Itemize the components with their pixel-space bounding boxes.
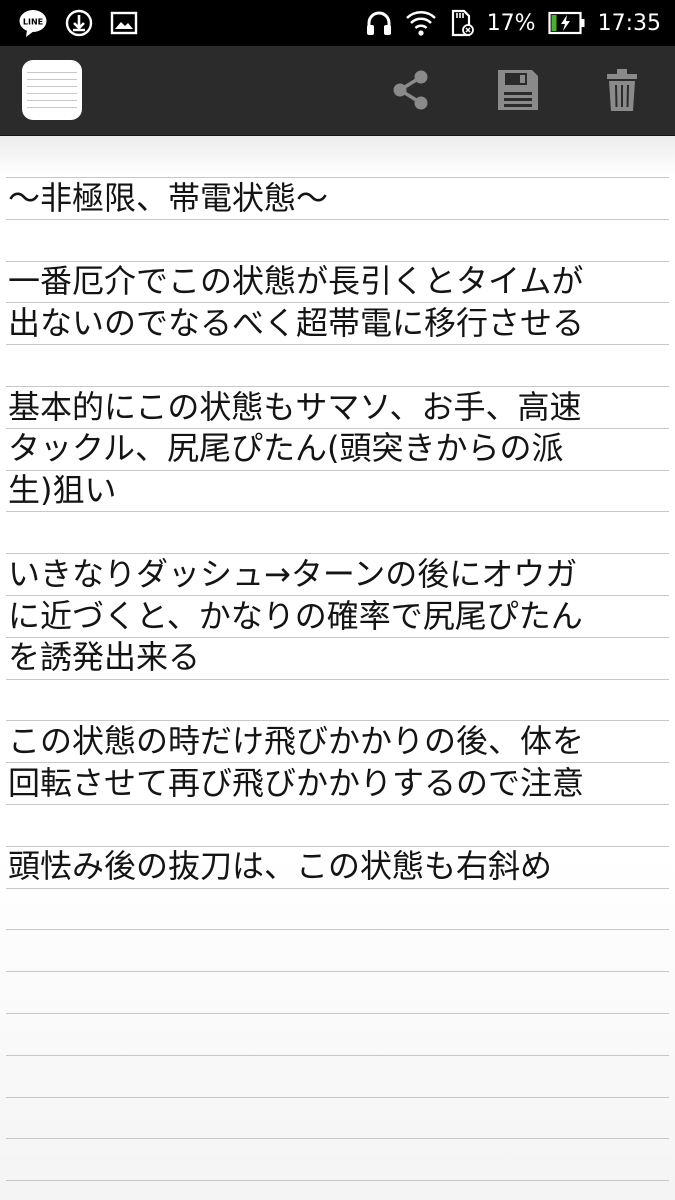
system-status: 17% 17:35 [365,7,661,39]
delete-button[interactable] [594,64,650,120]
status-bar: LINE 17% 17:35 [0,0,675,46]
note-line: 一番厄介でこの状態が長引くとタイムが [8,262,584,300]
note-text[interactable]: 〜非極限、帯電状態〜一番厄介でこの状態が長引くとタイムが 出ないのでなるべく超帯電… [0,136,675,1200]
notepad-icon[interactable] [22,60,82,120]
share-button[interactable] [382,64,438,120]
note-line: 生)狙い [8,471,117,509]
image-icon [110,10,138,36]
line-app-icon: LINE [18,8,48,38]
note-line: いきなりダッシュ→ターンの後にオウガ [8,555,578,593]
save-button[interactable] [490,64,546,120]
notification-icons: LINE [18,7,138,39]
note-editor[interactable]: 〜非極限、帯電状態〜一番厄介でこの状態が長引くとタイムが 出ないのでなるべく超帯電… [0,136,675,1200]
svg-text:LINE: LINE [23,18,43,27]
headphones-icon [365,9,393,37]
note-line: を誘発出来る [8,638,201,676]
note-line: に近づくと、かなりの確率で尻尾ぴたん [8,597,583,635]
wifi-icon [405,9,437,37]
battery-percent: 17% [486,10,536,36]
share-icon [386,66,434,118]
delete-icon [598,66,646,118]
note-line: タックル、尻尾ぴたん(頭突きからの派 [8,429,564,467]
note-line: 出ないのでなるべく超帯電に移行させる [8,304,585,342]
note-line: 頭怯み後の抜刀は、この状態も右斜め [8,847,553,885]
clock: 17:35 [597,10,661,36]
battery-charging-icon [547,11,586,35]
sd-card-icon [449,9,475,37]
note-line: 回転させて再び飛びかかりするので注意 [8,764,585,802]
app-toolbar [0,46,675,136]
note-line: 〜非極限、帯電状態〜 [8,179,329,217]
note-line: この状態の時だけ飛びかかりの後、体を [8,722,585,760]
note-line: 基本的にこの状態もサマソ、お手、高速 [8,388,582,426]
download-icon [64,8,94,38]
save-icon [494,66,542,118]
